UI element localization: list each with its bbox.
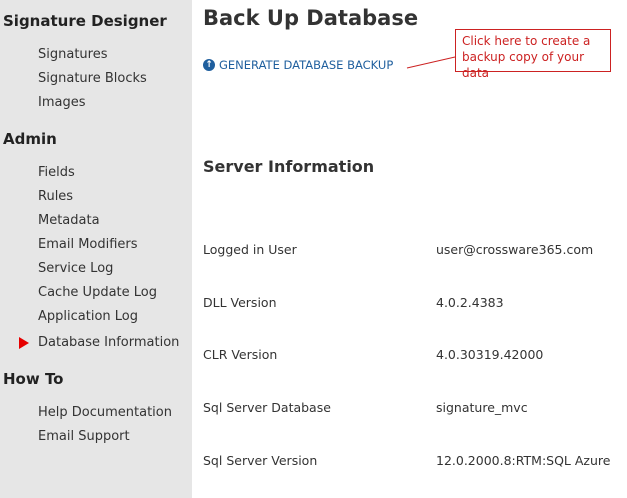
sidebar-item-signatures[interactable]: Signatures: [38, 47, 108, 62]
server-information-heading: Server Information: [203, 157, 375, 176]
info-label-sql-server-database: Sql Server Database: [203, 400, 331, 415]
info-label-clr-version: CLR Version: [203, 347, 278, 362]
sidebar-item-metadata[interactable]: Metadata: [38, 213, 100, 228]
info-value-clr-version: 4.0.30319.42000: [436, 347, 544, 362]
callout-line-2: backup copy of your data: [462, 50, 585, 80]
page-title: Back Up Database: [203, 6, 419, 30]
sidebar-item-cache-update-log[interactable]: Cache Update Log: [38, 285, 157, 300]
sidebar-heading-admin: Admin: [3, 130, 57, 148]
info-value-logged-in-user: user@crossware365.com: [436, 242, 594, 257]
sidebar-heading-signature-designer: Signature Designer: [3, 12, 167, 30]
sidebar-heading-how-to: How To: [3, 370, 64, 388]
sidebar-item-application-log[interactable]: Application Log: [38, 309, 138, 324]
main-content: Back Up Database ↑ GENERATE DATABASE BAC…: [192, 0, 627, 498]
sidebar-item-rules[interactable]: Rules: [38, 189, 73, 204]
info-label-logged-in-user: Logged in User: [203, 242, 297, 257]
info-label-sql-server-version: Sql Server Version: [203, 453, 318, 468]
sidebar: Signature Designer Signatures Signature …: [0, 0, 192, 498]
active-item-arrow-icon: [19, 337, 29, 349]
info-value-dll-version: 4.0.2.4383: [436, 295, 504, 310]
sidebar-item-signature-blocks[interactable]: Signature Blocks: [38, 71, 147, 86]
sidebar-item-service-log[interactable]: Service Log: [38, 261, 113, 276]
sidebar-item-images[interactable]: Images: [38, 95, 86, 110]
sidebar-item-help-documentation[interactable]: Help Documentation: [38, 405, 172, 420]
circle-arrow-up-icon: ↑: [203, 59, 215, 71]
sidebar-item-database-information[interactable]: Database Information: [38, 335, 179, 350]
backup-callout: Click here to create a backup copy of yo…: [455, 29, 611, 80]
sidebar-item-email-modifiers[interactable]: Email Modifiers: [38, 237, 138, 252]
info-value-sql-server-version: 12.0.2000.8:RTM:SQL Azure: [436, 453, 611, 468]
info-value-sql-server-database: signature_mvc: [436, 400, 528, 415]
sidebar-item-fields[interactable]: Fields: [38, 165, 75, 180]
callout-line-1: Click here to create a: [462, 34, 591, 48]
sidebar-item-email-support[interactable]: Email Support: [38, 429, 130, 444]
generate-backup-label: GENERATE DATABASE BACKUP: [219, 58, 394, 72]
info-label-dll-version: DLL Version: [203, 295, 277, 310]
generate-backup-link[interactable]: ↑ GENERATE DATABASE BACKUP: [203, 58, 393, 72]
